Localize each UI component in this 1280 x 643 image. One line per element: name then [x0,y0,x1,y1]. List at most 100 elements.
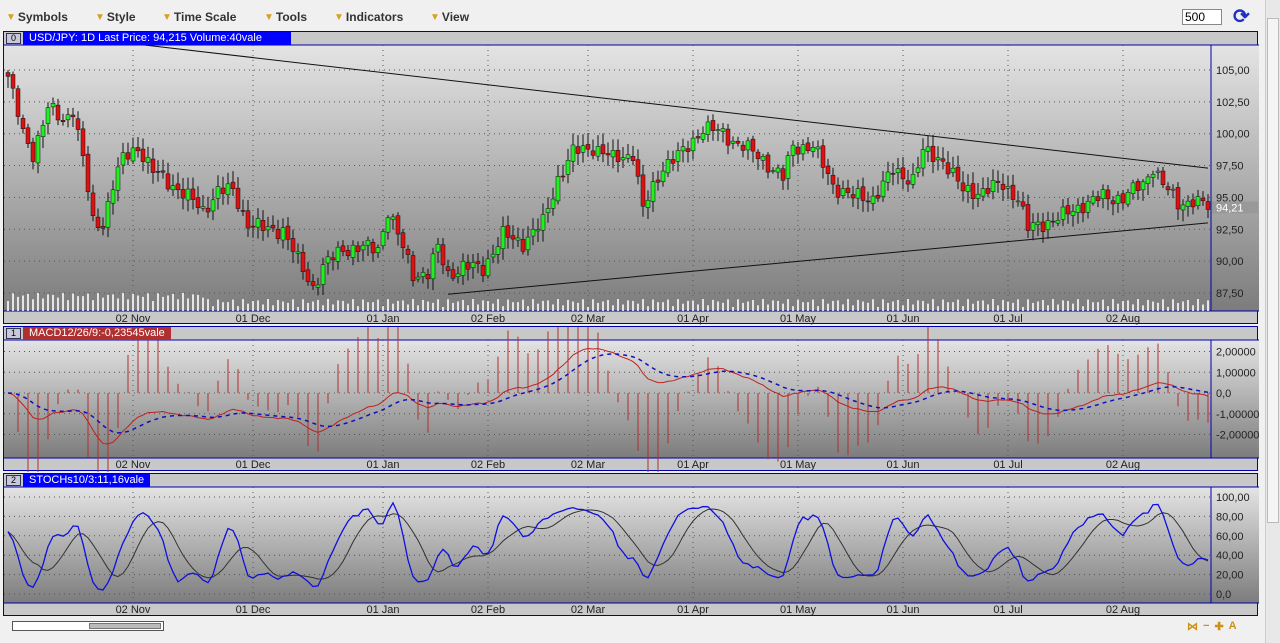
candle-body [1205,201,1211,210]
candle-body [140,148,146,162]
x-tick-label: 01 Jan [366,313,399,325]
scrollbar-thumb[interactable] [89,623,161,629]
candle-body [590,150,596,156]
candle-body [250,225,256,228]
x-tick-label: 01 Dec [236,459,271,471]
zoom-in-icon[interactable]: ✚ [1214,620,1223,633]
candle-body [940,158,946,162]
time-scrollbar[interactable] [12,621,164,631]
candle-body [610,150,616,158]
candle-body [190,188,196,200]
candle-body [465,262,471,270]
candle-body [395,215,401,235]
plot-background [4,487,1259,603]
candle-body [1065,205,1071,215]
candle-body [985,188,991,194]
candle-body [1100,189,1106,200]
candle-body [1070,211,1076,216]
candle-body [1050,220,1056,223]
candle-body [1005,186,1011,189]
candle-body [525,236,531,251]
candle-body [1120,193,1126,204]
candle-body [510,235,516,240]
candle-body [755,151,761,160]
candle-body [825,165,831,174]
menu-style[interactable]: ▼ Style [95,10,136,24]
zoom-out-icon[interactable]: − [1203,620,1209,633]
candle-body [505,225,511,238]
macd-chart[interactable]: 2,00000 1,00000 0,0 -1,00000 -2,00000 02 Nov 0… [4,327,1259,472]
x-tick-label: 02 Nov [116,604,151,616]
candle-body [285,225,291,240]
menu-time-scale[interactable]: ▼ Time Scale [162,10,236,24]
candle-body [615,149,621,163]
stochastic-chart[interactable]: 100,00 80,00 60,00 40,00 20,00 0,0 02 Nov 01 De… [4,474,1259,617]
candle-body [100,225,106,229]
candle-body [720,128,726,132]
candle-body [1125,192,1131,205]
y-tick-label: 0,0 [1216,388,1231,400]
chevron-down-icon: ▼ [6,11,16,23]
candle-body [280,227,286,241]
x-tick-label: 01 Jul [993,459,1022,471]
menu-symbols[interactable]: ▼ Symbols [6,10,68,24]
candle-body [580,145,586,153]
candle-body [570,144,576,162]
scrollbar-thumb[interactable] [1267,18,1279,523]
candle-body [355,245,361,252]
candle-body [170,185,176,191]
candle-body [145,157,151,163]
candle-body [965,185,971,192]
x-tick-label: 02 Feb [471,313,505,325]
x-tick-label: 02 Nov [116,459,151,471]
candle-body [645,199,651,208]
candle-body [375,247,381,253]
candle-body [695,136,701,139]
candle-body [515,237,521,241]
panel-number[interactable]: 0 [6,33,21,44]
candle-body [1055,220,1061,224]
menu-indicators[interactable]: ▼ Indicators [334,10,403,24]
macd-panel: 2,00000 1,00000 0,0 -1,00000 -2,00000 02 Nov 0… [3,326,1259,472]
vertical-scrollbar[interactable] [1265,0,1280,643]
candle-body [70,114,76,118]
price-chart[interactable]: 105,00102,50100,0097,5095,0092,5090,0087… [4,32,1259,325]
candle-body [840,188,846,196]
refresh-icon[interactable]: ⟳ [1233,7,1255,27]
candle-body [365,240,371,246]
y-tick-label: 2,00000 [1216,347,1256,359]
menu-tools[interactable]: ▼ Tools [264,10,307,24]
candle-body [200,206,206,209]
x-tick-label: 02 Feb [471,604,505,616]
candle-body [595,146,601,157]
candle-body [1175,187,1181,210]
panel-title: MACD12/26/9:-0,23545vale [23,327,171,340]
bar-count-input[interactable] [1182,9,1222,25]
candle-body [990,180,996,192]
fit-icon[interactable]: ⋈ [1187,620,1198,633]
candle-body [270,224,276,229]
candle-body [420,272,426,277]
panel-number[interactable]: 2 [6,475,21,486]
candle-body [1010,184,1016,200]
auto-scale-icon[interactable]: A [1229,620,1237,633]
panel-number[interactable]: 1 [6,328,21,339]
x-tick-label: 01 May [780,459,817,471]
candle-body [1015,200,1021,203]
candle-body [1075,204,1081,213]
menu-view[interactable]: ▼ View [430,10,469,24]
candle-body [30,141,36,162]
candle-body [1200,197,1206,202]
candle-body [125,152,131,160]
candle-body [110,189,116,204]
candle-body [730,140,736,144]
candle-body [15,88,21,117]
candle-body [1185,200,1191,207]
candle-body [760,156,766,161]
candle-body [460,261,466,276]
candle-body [40,124,46,137]
candle-body [620,157,626,161]
candle-body [180,189,186,199]
x-tick-label: 01 Jan [366,604,399,616]
candle-body [490,253,496,258]
